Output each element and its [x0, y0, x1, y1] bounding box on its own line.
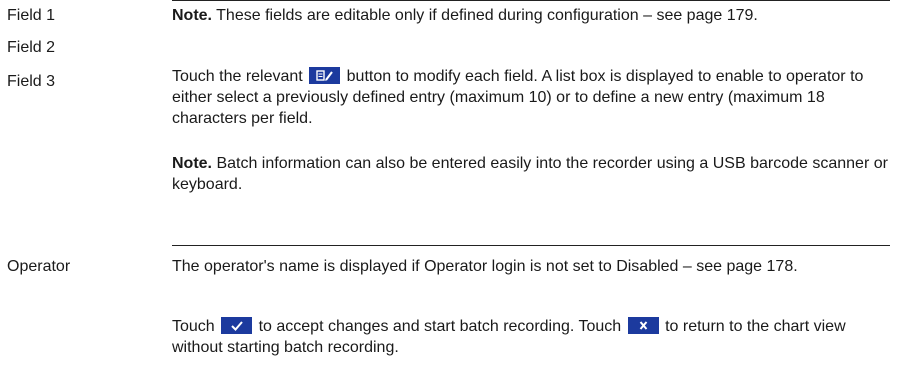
operator-rule [172, 245, 890, 246]
edit-icon [309, 67, 341, 84]
term-operator: Operator [7, 258, 71, 275]
accept-mid: to accept changes and start batch record… [254, 318, 626, 335]
note-text: These fields are editable only if define… [212, 7, 758, 24]
note-label: Note. [172, 7, 212, 24]
accept-cancel-paragraph: Touch to accept changes and start batch … [172, 316, 890, 358]
close-icon [627, 317, 659, 334]
touch-edit-paragraph: Touch the relevant button to modify each… [172, 66, 890, 129]
top-rule [172, 0, 890, 1]
operator-p1-post: – see page 178. [678, 258, 798, 275]
term-field-2: Field 2 [7, 39, 56, 56]
touch-edit-pre: Touch the relevant [172, 68, 308, 85]
accept-pre: Touch [172, 318, 220, 335]
checkmark-icon [221, 317, 253, 334]
operator-p1-pre: The operator's name is displayed if [172, 258, 425, 275]
operator-login-setting: Operator login [424, 258, 526, 275]
operator-login-paragraph: The operator's name is displayed if Oper… [172, 256, 890, 277]
disabled-value: Disabled [616, 258, 679, 275]
term-field-1: Field 1 [7, 7, 56, 24]
note-barcode-paragraph: Note. Batch information can also be ente… [172, 153, 890, 195]
note-barcode-text: Batch information can also be entered ea… [172, 155, 888, 193]
note-label-2: Note. [172, 155, 212, 172]
note-config-paragraph: Note. These fields are editable only if … [172, 5, 890, 26]
term-field-3: Field 3 [7, 73, 56, 90]
operator-p1-mid: is not set to [525, 258, 617, 275]
